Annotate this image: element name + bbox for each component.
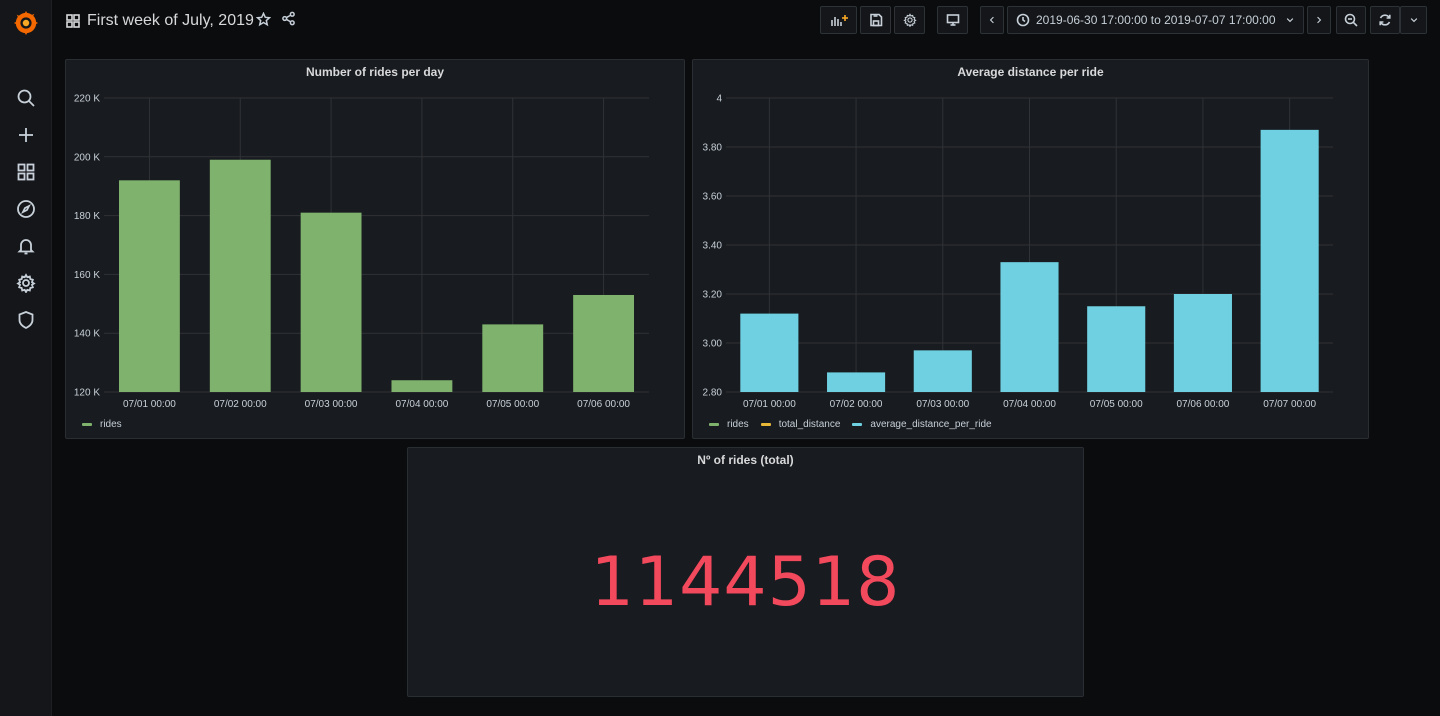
- x-tick-label: 07/03 00:00: [305, 399, 358, 410]
- x-tick-label: 07/01 00:00: [123, 399, 176, 410]
- dashboard-title-wrap[interactable]: First week of July, 2019: [66, 10, 254, 32]
- time-shift-forward-button[interactable]: [1307, 6, 1331, 34]
- bar[interactable]: [740, 313, 799, 392]
- bar[interactable]: [573, 294, 635, 392]
- legend: rides: [82, 419, 134, 430]
- x-tick-label: 07/01 00:00: [743, 399, 796, 410]
- stat-value: 1144518: [590, 543, 901, 622]
- x-tick-label: 07/07 00:00: [1263, 399, 1316, 410]
- time-shift-back-button[interactable]: [980, 6, 1004, 34]
- panel-rides-per-day[interactable]: Number of rides per day 120 K 140 K 160 K1…: [65, 59, 685, 439]
- y-tick-label: 180 K: [74, 211, 100, 222]
- time-range-picker[interactable]: 2019-06-30 17:00:00 to 2019-07-07 17:00:…: [1007, 6, 1304, 34]
- x-tick-label: 07/05 00:00: [1090, 399, 1143, 410]
- shield-icon[interactable]: [14, 308, 38, 332]
- dashboards-icon[interactable]: [14, 160, 38, 184]
- x-tick-label: 07/06 00:00: [577, 399, 630, 410]
- dashboard-navbar: First week of July, 2019 2019-06-30 17:0…: [52, 0, 1440, 42]
- grafana-logo-icon[interactable]: [12, 9, 40, 37]
- bar[interactable]: [1173, 294, 1232, 392]
- y-tick-label: 3.80: [703, 143, 723, 154]
- legend-item-average-distance-per-ride[interactable]: average_distance_per_ride: [852, 419, 992, 430]
- bar[interactable]: [1087, 306, 1146, 392]
- bar[interactable]: [300, 212, 362, 392]
- legend-label: total_distance: [778, 419, 841, 430]
- compass-icon[interactable]: [14, 197, 38, 221]
- panel-title[interactable]: Nº of rides (total): [408, 453, 1083, 467]
- legend: rides total_distance average_distance_per_…: [709, 419, 1004, 430]
- x-tick-label: 07/06 00:00: [1177, 399, 1230, 410]
- legend-label: average_distance_per_ride: [870, 419, 992, 430]
- clock-icon: [1016, 13, 1030, 27]
- x-tick-label: 07/05 00:00: [486, 399, 539, 410]
- share-icon[interactable]: [279, 4, 297, 32]
- time-range-text: 2019-06-30 17:00:00 to 2019-07-07 17:00:…: [1036, 13, 1276, 27]
- bar[interactable]: [1260, 129, 1319, 392]
- add-panel-button[interactable]: [820, 6, 857, 34]
- bar[interactable]: [209, 159, 271, 392]
- y-tick-label: 4: [716, 94, 722, 105]
- bar[interactable]: [827, 372, 886, 392]
- legend-swatch: [709, 423, 719, 426]
- search-icon[interactable]: [14, 86, 38, 110]
- x-tick-label: 07/02 00:00: [214, 399, 267, 410]
- bell-icon[interactable]: [14, 234, 38, 258]
- sidebar: [0, 0, 52, 716]
- x-tick-label: 07/03 00:00: [916, 399, 969, 410]
- y-tick-label: 3.20: [703, 290, 723, 301]
- legend-label: rides: [100, 419, 122, 430]
- bar[interactable]: [1000, 262, 1059, 392]
- dashboard-settings-button[interactable]: [894, 6, 925, 34]
- legend-item-rides[interactable]: rides: [709, 419, 749, 430]
- dashboard-title[interactable]: First week of July, 2019: [87, 12, 254, 30]
- legend-swatch: [760, 423, 771, 426]
- bar[interactable]: [482, 324, 544, 392]
- x-tick-label: 07/04 00:00: [1003, 399, 1056, 410]
- bar[interactable]: [391, 380, 453, 392]
- save-dashboard-button[interactable]: [860, 6, 891, 34]
- rides-per-day-chart: 120 K 140 K 160 K 180 K 200 K 220 K 07/01 00:0…: [74, 94, 649, 410]
- x-tick-label: 07/04 00:00: [396, 399, 449, 410]
- panel-average-distance[interactable]: Average distance per ride 2.80 3.00 3.20 3.…: [692, 59, 1369, 439]
- legend-label: rides: [727, 419, 749, 430]
- y-tick-label: 3.60: [703, 192, 723, 203]
- y-tick-label: 3.00: [703, 339, 723, 350]
- y-tick-label: 200 K: [74, 152, 100, 163]
- legend-swatch: [852, 423, 863, 426]
- y-tick-label: 140 K: [74, 329, 100, 340]
- panel-total-rides[interactable]: Nº of rides (total) 1144518: [407, 447, 1084, 697]
- chevron-down-icon: [1410, 18, 1417, 23]
- chevron-down-icon: [1286, 18, 1294, 23]
- y-tick-label: 120 K: [74, 388, 100, 399]
- bar[interactable]: [913, 350, 972, 392]
- legend-item-rides[interactable]: rides: [82, 419, 122, 430]
- gear-icon[interactable]: [14, 271, 38, 295]
- plus-icon[interactable]: [14, 123, 38, 147]
- legend-swatch: [82, 423, 92, 426]
- bar[interactable]: [118, 180, 180, 392]
- y-tick-label: 160 K: [74, 270, 100, 281]
- y-tick-label: 3.40: [703, 241, 723, 252]
- refresh-interval-dropdown[interactable]: [1400, 6, 1427, 34]
- star-icon[interactable]: [254, 5, 272, 33]
- tv-mode-button[interactable]: [937, 6, 968, 34]
- y-tick-label: 2.80: [703, 388, 723, 399]
- legend-item-total-distance[interactable]: total_distance: [760, 419, 841, 430]
- dashboard-grid-icon: [66, 14, 80, 28]
- average-distance-chart: 2.80 3.00 3.20 3.40 3.60 3.80 4 07/01 00:00 07/0…: [703, 94, 1333, 410]
- y-tick-label: 220 K: [74, 94, 100, 105]
- zoom-out-button[interactable]: [1336, 6, 1366, 34]
- x-tick-label: 07/02 00:00: [830, 399, 883, 410]
- refresh-button[interactable]: [1370, 6, 1400, 34]
